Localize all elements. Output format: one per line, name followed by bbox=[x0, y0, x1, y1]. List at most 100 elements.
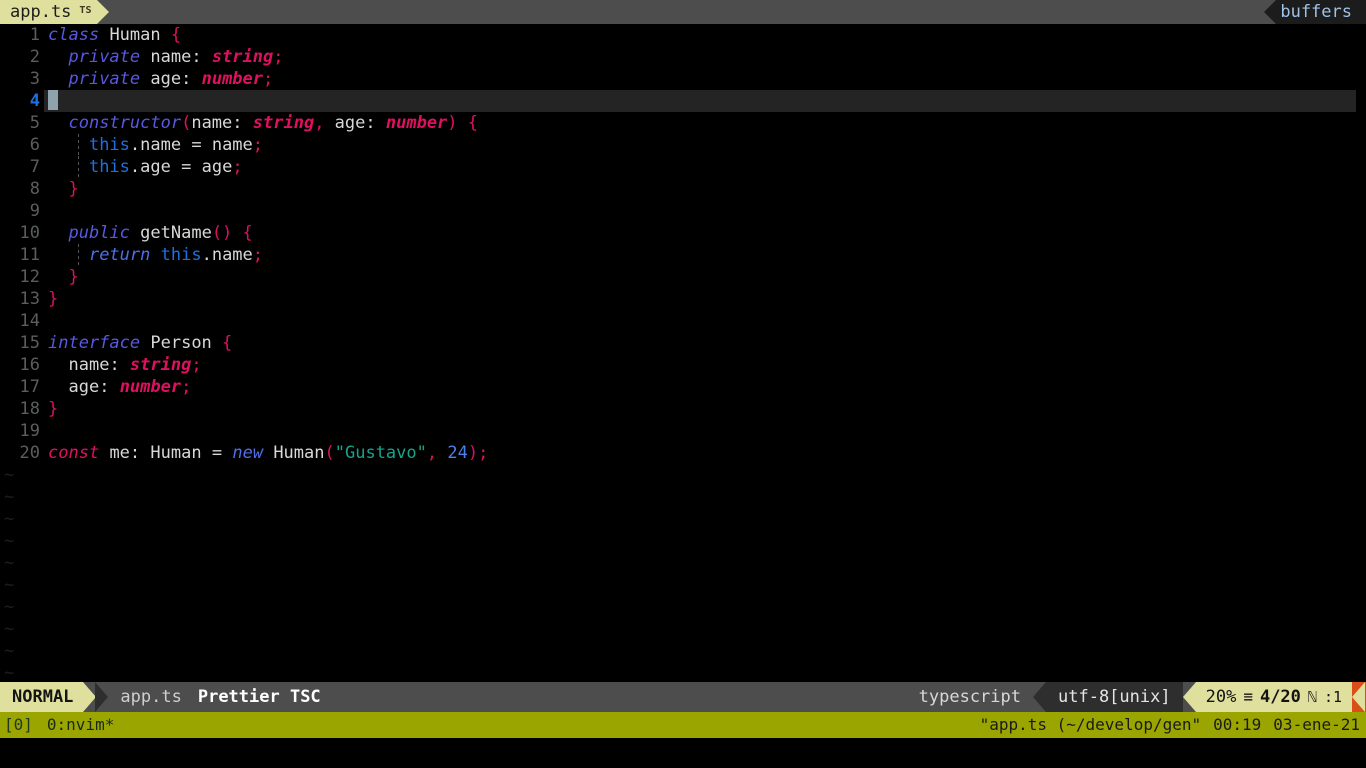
cursorline-highlight bbox=[44, 90, 1356, 112]
token: : bbox=[181, 69, 202, 89]
code-line[interactable]: 7 this.age = age; bbox=[0, 156, 1366, 178]
line-content: private age: number; bbox=[40, 68, 273, 90]
empty-line: ~ bbox=[0, 640, 1366, 662]
token: ( bbox=[324, 443, 335, 463]
token: { bbox=[467, 113, 479, 133]
code-line[interactable]: 1 class Human { bbox=[0, 24, 1366, 46]
token: me bbox=[109, 443, 130, 463]
token: const bbox=[48, 443, 100, 463]
token: string bbox=[252, 113, 315, 133]
token: { bbox=[170, 25, 182, 45]
statusline-encoding: utf-8[unix] bbox=[1046, 682, 1183, 712]
token: . bbox=[129, 157, 141, 177]
token: string bbox=[129, 355, 192, 375]
code-line[interactable]: 9 bbox=[0, 200, 1366, 222]
tmux-session[interactable]: [0] bbox=[4, 712, 33, 738]
statusline-tools: Prettier TSC bbox=[197, 687, 321, 707]
line-number: 6 bbox=[29, 135, 40, 155]
column-icon: ℕ bbox=[1307, 688, 1317, 706]
code-line[interactable]: 12 } bbox=[0, 266, 1366, 288]
token: , bbox=[426, 443, 438, 463]
scroll-percent: 20% bbox=[1205, 687, 1237, 707]
encoding-separator-icon bbox=[1182, 682, 1196, 712]
code-line[interactable]: 16 name: string; bbox=[0, 354, 1366, 376]
code-line[interactable]: 10 public getName() { bbox=[0, 222, 1366, 244]
line-number: 15 bbox=[19, 333, 40, 353]
code-line[interactable]: 2 private name: string; bbox=[0, 46, 1366, 68]
tilde-marker: ~ bbox=[4, 641, 15, 661]
empty-line: ~ bbox=[0, 552, 1366, 574]
line-content: name: string; bbox=[40, 354, 202, 376]
code-line[interactable]: 18} bbox=[0, 398, 1366, 420]
line-content: } bbox=[40, 266, 79, 288]
buffers-section[interactable]: buffers bbox=[1264, 0, 1366, 24]
token: ( bbox=[181, 113, 192, 133]
code-line[interactable]: 13} bbox=[0, 288, 1366, 310]
token: = bbox=[211, 443, 223, 463]
token: { bbox=[242, 223, 253, 243]
tab-app-ts[interactable]: app.ts TS bbox=[0, 0, 98, 24]
code-line[interactable]: 4 bbox=[0, 90, 1366, 112]
token: } bbox=[68, 267, 79, 287]
column-value: :1 bbox=[1323, 688, 1342, 706]
line-content: age: number; bbox=[40, 376, 191, 398]
token: = bbox=[170, 157, 202, 177]
code-line[interactable]: 19 bbox=[0, 420, 1366, 442]
mode-indicator: NORMAL bbox=[0, 682, 84, 712]
code-line[interactable]: 14 bbox=[0, 310, 1366, 332]
empty-line: ~ bbox=[0, 530, 1366, 552]
token: ; bbox=[191, 355, 202, 375]
code-line[interactable]: 8 } bbox=[0, 178, 1366, 200]
tilde-marker: ~ bbox=[4, 531, 15, 551]
statusline-left: app.ts Prettier TSC bbox=[108, 682, 331, 712]
token: number bbox=[385, 113, 448, 133]
code-line[interactable]: 20 const me: Human = new Human("Gustavo",… bbox=[0, 442, 1366, 464]
token: Human bbox=[273, 443, 325, 463]
tabline-filler bbox=[109, 0, 1265, 24]
editor-buffer[interactable]: 1 class Human {2 private name: string; 3 p… bbox=[0, 24, 1366, 682]
code-line[interactable]: 5 constructor(name: string, age: number)… bbox=[0, 112, 1366, 134]
line-number: 17 bbox=[19, 377, 40, 397]
token: ; bbox=[263, 69, 274, 89]
empty-line: ~ bbox=[0, 662, 1366, 682]
line-content bbox=[40, 200, 48, 222]
code-line[interactable]: 15 interface Person { bbox=[0, 332, 1366, 354]
line-number: 16 bbox=[19, 355, 40, 375]
empty-line: ~ bbox=[0, 618, 1366, 640]
tilde-marker: ~ bbox=[4, 663, 15, 682]
token: class bbox=[48, 25, 100, 45]
token: = bbox=[181, 135, 212, 155]
token: "Gustavo" bbox=[334, 443, 427, 463]
code-line[interactable]: 3 private age: number; bbox=[0, 68, 1366, 90]
token: } bbox=[48, 289, 59, 309]
token: age bbox=[68, 377, 100, 397]
token: string bbox=[211, 47, 274, 67]
statusline-end-accent bbox=[1352, 682, 1366, 712]
filetype-separator-icon bbox=[1033, 682, 1046, 712]
code-line[interactable]: 11 return this.name; bbox=[0, 244, 1366, 266]
tilde-marker: ~ bbox=[4, 575, 15, 595]
tmux-window[interactable]: 0:nvim* bbox=[47, 712, 114, 738]
code-line[interactable]: 17 age: number; bbox=[0, 376, 1366, 398]
line-content: const me: Human = new Human("Gustavo", 2… bbox=[40, 442, 488, 464]
token: ) bbox=[447, 113, 458, 133]
line-number: 14 bbox=[19, 311, 40, 331]
token: ; bbox=[232, 157, 243, 177]
token: constructor bbox=[68, 113, 182, 133]
line-number: 10 bbox=[19, 223, 40, 243]
token: Person bbox=[150, 333, 212, 353]
tabline: app.ts TS buffers bbox=[0, 0, 1366, 24]
text-cursor bbox=[48, 90, 58, 110]
typescript-badge-icon: TS bbox=[79, 5, 92, 16]
code-line[interactable]: 6 this.name = name; bbox=[0, 134, 1366, 156]
